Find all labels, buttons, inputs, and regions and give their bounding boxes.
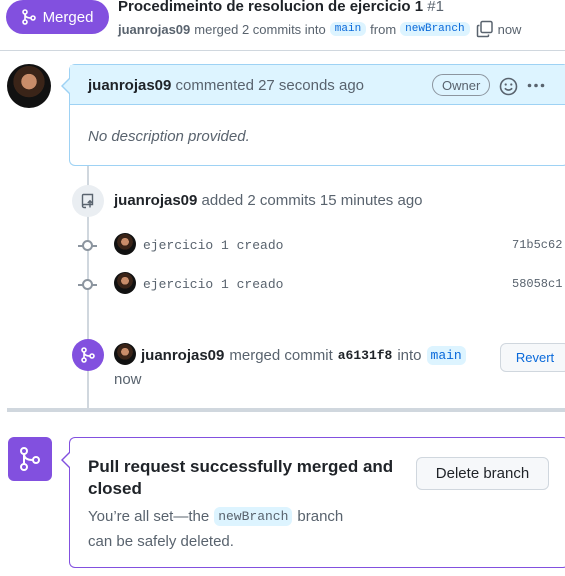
- base-branch-pill[interactable]: main: [329, 22, 367, 36]
- merge-event-text: juanrojas09 merged commit a6131f8 into m…: [141, 346, 466, 365]
- pr-title: Procedimeinto de resolucion de ejercicio…: [118, 0, 444, 15]
- git-merge-icon: [81, 347, 95, 363]
- merge-event-time: now: [114, 371, 142, 388]
- commit-sha-link[interactable]: 71b5c62: [512, 238, 562, 252]
- merge-event-avatar[interactable]: [114, 343, 136, 365]
- merge-box-caret-fill: [63, 453, 70, 467]
- git-merge-icon: [21, 9, 36, 25]
- commits-event-action: added 2 commits 15 minutes ago: [201, 192, 423, 209]
- pr-merged-text: merged 2 commits into: [194, 21, 326, 37]
- copy-icon[interactable]: [476, 20, 494, 38]
- head-branch-pill[interactable]: newBranch: [400, 22, 470, 36]
- merge-event-author-link[interactable]: juanrojas09: [141, 347, 224, 364]
- commits-event-author-link[interactable]: juanrojas09: [114, 192, 197, 209]
- comment-avatar[interactable]: [7, 64, 51, 108]
- revert-button[interactable]: Revert: [500, 343, 565, 372]
- comment-author-link[interactable]: juanrojas09: [88, 77, 171, 94]
- pr-title-text: Procedimeinto de resolucion de ejercicio…: [118, 0, 424, 15]
- merged-status-label: Merged: [42, 8, 94, 26]
- comment-action: commented 27 seconds ago: [175, 77, 364, 94]
- pr-from-text: from: [370, 21, 397, 37]
- pr-meta: juanrojas09 merged 2 commits into main f…: [118, 20, 521, 38]
- merge-desc-prefix: You’re all set—the: [88, 508, 210, 525]
- commit-dot: [82, 240, 93, 251]
- pr-author-link[interactable]: juanrojas09: [118, 22, 190, 37]
- merge-event-icon-wrap: [72, 339, 104, 371]
- merge-desc-line2: can be safely deleted.: [88, 533, 234, 550]
- commit-message-link[interactable]: ejercicio 1 creado: [143, 277, 283, 292]
- comment-meta: juanrojas09 commented 27 seconds ago: [88, 77, 364, 94]
- merged-status-badge: Merged: [6, 0, 109, 34]
- commit-message-link[interactable]: ejercicio 1 creado: [143, 238, 283, 253]
- merge-box-icon-wrap: [8, 437, 52, 481]
- kebab-menu-icon[interactable]: [527, 83, 545, 88]
- pr-time: now: [497, 21, 522, 37]
- commit-avatar[interactable]: [114, 272, 136, 294]
- owner-badge: Owner: [432, 74, 491, 96]
- repo-push-icon: [81, 193, 94, 209]
- merge-desc-branch-pill[interactable]: newBranch: [214, 507, 293, 526]
- comment-body: No description provided.: [88, 128, 250, 145]
- timeline-end-divider: [7, 408, 565, 412]
- commit-sha-link[interactable]: 58058c1: [512, 277, 562, 291]
- merge-event-into: into: [397, 347, 422, 364]
- git-merge-icon: [20, 447, 40, 471]
- merge-status-description: You’re all set—the newBranch branch: [88, 507, 343, 526]
- commit-avatar[interactable]: [114, 233, 136, 255]
- commits-event-icon-wrap: [72, 185, 104, 217]
- commits-event-text: juanrojas09 added 2 commits 15 minutes a…: [114, 192, 423, 209]
- pr-number: #1: [427, 0, 444, 15]
- delete-branch-button[interactable]: Delete branch: [416, 457, 549, 490]
- header-divider: [0, 50, 565, 51]
- smiley-icon[interactable]: [499, 77, 518, 96]
- merge-commit-sha-link[interactable]: a6131f8: [338, 348, 393, 363]
- commit-dot: [82, 279, 93, 290]
- merge-desc-suffix: branch: [297, 508, 344, 525]
- merge-status-title: Pull request successfully merged and clo…: [88, 457, 394, 498]
- merge-event-branch-pill[interactable]: main: [426, 346, 466, 365]
- comment-caret-fill: [63, 79, 70, 93]
- merge-event-action: merged commit: [229, 347, 333, 364]
